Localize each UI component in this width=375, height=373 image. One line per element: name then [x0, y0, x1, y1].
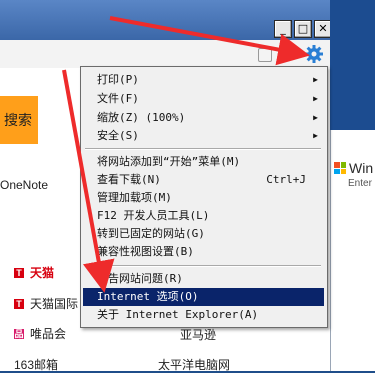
submenu-arrow-icon: ▶ — [313, 75, 318, 84]
menu-item-label: Internet 选项(O) — [97, 290, 199, 303]
site-link-tmall[interactable]: T 天猫 — [14, 264, 54, 281]
windows-logo-sub: Enter — [348, 178, 372, 189]
site-link-pconline[interactable]: 太平洋电脑网 — [158, 356, 230, 373]
menu-item-security[interactable]: 安全(S) ▶ — [83, 127, 324, 145]
menu-item-label: 查看下载(N) — [97, 173, 161, 186]
menu-item-file[interactable]: 文件(F) ▶ — [83, 90, 324, 108]
tools-menu: 打印(P) ▶ 文件(F) ▶ 缩放(Z) (100%) ▶ 安全(S) ▶ 将… — [80, 66, 328, 328]
onenote-label[interactable]: OneNote — [0, 178, 48, 192]
menu-item-label: 关于 Internet Explorer(A) — [97, 308, 259, 321]
menu-item-label: 文件(F) — [97, 92, 139, 105]
submenu-arrow-icon: ▶ — [313, 131, 318, 140]
menu-item-label: 打印(P) — [97, 73, 139, 86]
submenu-arrow-icon: ▶ — [313, 113, 318, 122]
menu-item-label: 兼容性视图设置(B) — [97, 245, 194, 258]
menu-item-zoom[interactable]: 缩放(Z) (100%) ▶ — [83, 109, 324, 127]
menu-item-add-to-start[interactable]: 将网站添加到“开始”菜单(M) — [83, 153, 324, 171]
menu-item-label: 安全(S) — [97, 129, 139, 142]
menu-separator — [85, 265, 321, 267]
menu-item-internet-options[interactable]: Internet 选项(O) — [83, 288, 324, 306]
site-link-label: 唯品会 — [30, 327, 67, 341]
site-link-163mail[interactable]: 163邮箱 — [14, 356, 58, 373]
menu-item-label: F12 开发人员工具(L) — [97, 209, 210, 222]
menu-item-label: 将网站添加到“开始”菜单(M) — [97, 155, 241, 168]
title-bar: _ □ ✕ — [0, 0, 332, 40]
site-link-vip[interactable]: 品 唯品会 — [14, 325, 66, 342]
menu-item-compat-view[interactable]: 兼容性视图设置(B) — [83, 243, 324, 261]
favorites-icon[interactable] — [258, 48, 272, 62]
search-button[interactable]: 搜索 — [0, 96, 38, 144]
menu-item-label: 报告网站问题(R) — [97, 272, 183, 285]
menu-separator — [85, 148, 321, 150]
menu-item-about-ie[interactable]: 关于 Internet Explorer(A) — [83, 306, 324, 324]
tmall-icon: T — [14, 298, 24, 309]
window-controls: _ □ ✕ — [274, 20, 332, 40]
menu-item-label: 管理加载项(M) — [97, 191, 172, 204]
menu-item-label: 转到已固定的网站(G) — [97, 227, 205, 240]
menu-item-manage-addons[interactable]: 管理加载项(M) — [83, 189, 324, 207]
windows-logo-text: Win — [349, 160, 374, 176]
windows-flag-icon — [334, 162, 346, 174]
gear-icon[interactable] — [304, 44, 324, 64]
submenu-arrow-icon: ▶ — [313, 94, 318, 103]
menu-item-f12-devtools[interactable]: F12 开发人员工具(L) — [83, 207, 324, 225]
site-link-amazon[interactable]: 亚马逊 — [180, 326, 216, 343]
site-link-label: 163邮箱 — [14, 358, 59, 372]
site-link-label: 天猫 — [30, 266, 55, 280]
browser-toolbar — [0, 40, 330, 69]
site-link-tmall-global[interactable]: T 天猫国际 — [14, 295, 78, 312]
menu-item-pinned-sites[interactable]: 转到已固定的网站(G) — [83, 225, 324, 243]
tmall-icon: T — [14, 267, 24, 278]
minimize-button[interactable]: _ — [274, 20, 292, 38]
menu-item-report-problem[interactable]: 报告网站问题(R) — [83, 270, 324, 288]
vip-icon: 品 — [14, 328, 24, 339]
menu-item-view-downloads[interactable]: 查看下载(N) Ctrl+J — [83, 171, 324, 189]
menu-item-label: 缩放(Z) (100%) — [97, 111, 186, 124]
menu-item-print[interactable]: 打印(P) ▶ — [83, 71, 324, 89]
maximize-button[interactable]: □ — [294, 20, 312, 38]
site-link-label: 天猫国际 — [30, 297, 79, 311]
windows-logo: Win — [334, 160, 373, 176]
menu-item-shortcut: Ctrl+J — [266, 173, 306, 186]
